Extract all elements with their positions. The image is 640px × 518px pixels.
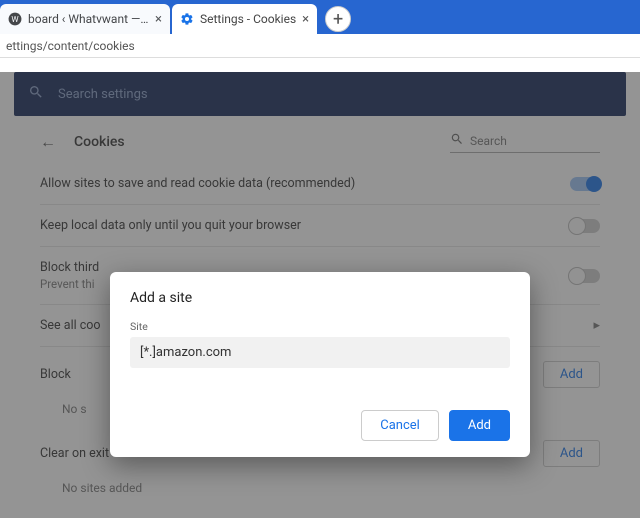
address-bar[interactable]: ettings/content/cookies bbox=[0, 34, 640, 58]
dialog-field-label: Site bbox=[130, 320, 510, 333]
add-site-dialog: Add a site Site Cancel Add bbox=[110, 272, 530, 457]
close-icon[interactable]: × bbox=[302, 12, 309, 27]
modal-scrim[interactable]: Add a site Site Cancel Add bbox=[0, 72, 640, 518]
cancel-button[interactable]: Cancel bbox=[361, 410, 439, 441]
tab-title: Settings - Cookies bbox=[200, 12, 296, 26]
browser-tab-strip: W board ‹ Whatvwant — Word × Settings - … bbox=[0, 0, 640, 34]
url-text: ettings/content/cookies bbox=[6, 39, 135, 53]
dialog-title: Add a site bbox=[130, 290, 510, 306]
dialog-buttons: Cancel Add bbox=[130, 410, 510, 441]
browser-tab[interactable]: W board ‹ Whatvwant — Word × bbox=[0, 4, 170, 34]
new-tab-button[interactable]: + bbox=[325, 6, 351, 32]
site-input[interactable] bbox=[130, 337, 510, 368]
close-icon[interactable]: × bbox=[155, 12, 162, 27]
tab-title: board ‹ Whatvwant — Word bbox=[28, 12, 149, 26]
svg-text:W: W bbox=[11, 14, 19, 24]
add-button[interactable]: Add bbox=[449, 410, 510, 441]
browser-tab[interactable]: Settings - Cookies × bbox=[172, 4, 317, 34]
wordpress-icon: W bbox=[8, 12, 22, 26]
page-content: ← Cookies Allow sites to save and read c… bbox=[0, 72, 640, 518]
gear-icon bbox=[180, 12, 194, 26]
